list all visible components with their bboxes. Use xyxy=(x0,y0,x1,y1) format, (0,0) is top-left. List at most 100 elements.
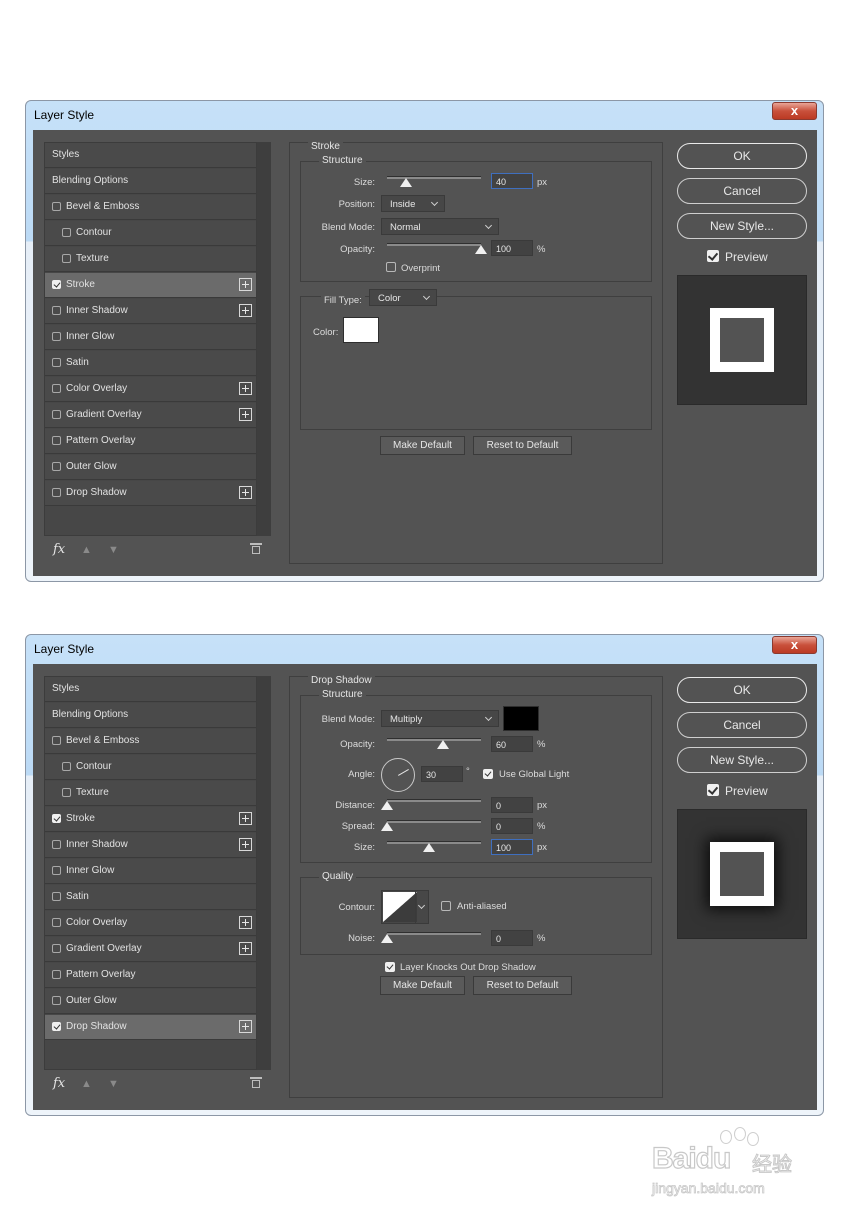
title-bar[interactable]: Layer Style x xyxy=(26,635,823,663)
style-list-item-pattern-overlay[interactable]: Pattern Overlay xyxy=(45,963,256,988)
add-instance-icon[interactable] xyxy=(239,408,252,421)
close-button[interactable]: x xyxy=(772,636,817,654)
add-instance-icon[interactable] xyxy=(239,916,252,929)
style-checkbox[interactable] xyxy=(52,384,61,393)
style-list-item-inner-glow[interactable]: Inner Glow xyxy=(45,325,256,350)
style-list-item-outer-glow[interactable]: Outer Glow xyxy=(45,989,256,1014)
style-checkbox[interactable] xyxy=(62,762,71,771)
style-list-item-stroke[interactable]: Stroke xyxy=(45,273,256,298)
style-checkbox[interactable] xyxy=(52,996,61,1005)
style-checkbox[interactable] xyxy=(52,918,61,927)
size-input[interactable]: 100 xyxy=(491,839,533,855)
style-list-item-color-overlay[interactable]: Color Overlay xyxy=(45,377,256,402)
add-instance-icon[interactable] xyxy=(239,278,252,291)
style-checkbox[interactable] xyxy=(52,358,61,367)
layer-knocks-out-checkbox[interactable] xyxy=(385,962,395,972)
style-checkbox[interactable] xyxy=(52,944,61,953)
style-checkbox[interactable] xyxy=(52,332,61,341)
style-list-item-inner-glow[interactable]: Inner Glow xyxy=(45,859,256,884)
style-list-item-gradient-overlay[interactable]: Gradient Overlay xyxy=(45,937,256,962)
trash-icon[interactable] xyxy=(250,1077,262,1088)
styles-list-scrollbar[interactable] xyxy=(257,142,271,536)
chevron-down-icon[interactable] xyxy=(415,891,428,923)
style-list-item-inner-shadow[interactable]: Inner Shadow xyxy=(45,833,256,858)
style-list-item-satin[interactable]: Satin xyxy=(45,351,256,376)
style-list-item-bevel-emboss[interactable]: Bevel & Emboss xyxy=(45,729,256,754)
spread-slider-track[interactable] xyxy=(387,820,481,823)
distance-input[interactable]: 0 xyxy=(491,797,533,813)
style-checkbox[interactable] xyxy=(52,892,61,901)
noise-slider-thumb[interactable] xyxy=(381,934,393,943)
style-checkbox[interactable] xyxy=(52,866,61,875)
use-global-light-checkbox[interactable] xyxy=(483,769,493,779)
style-list-item-texture[interactable]: Texture xyxy=(45,781,256,806)
style-list-item-texture[interactable]: Texture xyxy=(45,247,256,272)
reset-to-default-button[interactable]: Reset to Default xyxy=(473,976,572,995)
blend-mode-select[interactable]: Multiply xyxy=(381,710,499,727)
add-instance-icon[interactable] xyxy=(239,942,252,955)
style-list-item-blending-options[interactable]: Blending Options xyxy=(45,169,256,194)
preview-checkbox[interactable] xyxy=(707,250,719,262)
style-list-item-contour[interactable]: Contour xyxy=(45,755,256,780)
opacity-slider-track[interactable] xyxy=(387,243,481,246)
anti-aliased-checkbox[interactable] xyxy=(441,901,451,911)
add-instance-icon[interactable] xyxy=(239,838,252,851)
trash-icon[interactable] xyxy=(250,543,262,554)
size-input[interactable]: 40 xyxy=(491,173,533,189)
add-instance-icon[interactable] xyxy=(239,812,252,825)
make-default-button[interactable]: Make Default xyxy=(380,436,465,455)
angle-input[interactable]: 30 xyxy=(421,766,463,782)
spread-input[interactable]: 0 xyxy=(491,818,533,834)
opacity-slider-thumb[interactable] xyxy=(475,245,487,254)
distance-slider-thumb[interactable] xyxy=(381,801,393,810)
blend-mode-select[interactable]: Normal xyxy=(381,218,499,235)
add-instance-icon[interactable] xyxy=(239,304,252,317)
reset-to-default-button[interactable]: Reset to Default xyxy=(473,436,572,455)
fill-type-select[interactable]: Color xyxy=(369,289,437,306)
style-checkbox[interactable] xyxy=(52,202,61,211)
fx-icon[interactable]: fx xyxy=(53,1076,65,1091)
style-list-item-outer-glow[interactable]: Outer Glow xyxy=(45,455,256,480)
style-checkbox[interactable] xyxy=(52,436,61,445)
style-list-item-drop-shadow[interactable]: Drop Shadow xyxy=(45,1015,256,1040)
style-list-item-inner-shadow[interactable]: Inner Shadow xyxy=(45,299,256,324)
style-list-item-styles[interactable]: Styles xyxy=(45,677,256,702)
distance-slider-track[interactable] xyxy=(387,799,481,802)
size-slider-thumb[interactable] xyxy=(423,843,436,852)
style-checkbox[interactable] xyxy=(52,488,61,497)
style-checkbox[interactable] xyxy=(52,1022,61,1031)
style-checkbox[interactable] xyxy=(52,736,61,745)
title-bar[interactable]: Layer Style x xyxy=(26,101,823,129)
style-checkbox[interactable] xyxy=(52,970,61,979)
move-up-icon[interactable]: ▲ xyxy=(81,1078,92,1090)
style-list-item-satin[interactable]: Satin xyxy=(45,885,256,910)
style-checkbox[interactable] xyxy=(52,840,61,849)
new-style-button[interactable]: New Style... xyxy=(677,213,807,239)
style-list-item-stroke[interactable]: Stroke xyxy=(45,807,256,832)
stroke-color-swatch[interactable] xyxy=(343,317,379,343)
cancel-button[interactable]: Cancel xyxy=(677,178,807,204)
style-list-item-bevel-emboss[interactable]: Bevel & Emboss xyxy=(45,195,256,220)
style-checkbox[interactable] xyxy=(52,306,61,315)
styles-list-scrollbar[interactable] xyxy=(257,676,271,1070)
style-list-item-styles[interactable]: Styles xyxy=(45,143,256,168)
overprint-checkbox[interactable] xyxy=(386,262,396,272)
style-checkbox[interactable] xyxy=(52,410,61,419)
style-list-item-blending-options[interactable]: Blending Options xyxy=(45,703,256,728)
contour-picker[interactable] xyxy=(381,890,429,924)
fx-icon[interactable]: fx xyxy=(53,542,65,557)
angle-dial[interactable] xyxy=(381,758,415,792)
style-list-item-drop-shadow[interactable]: Drop Shadow xyxy=(45,481,256,506)
shadow-color-swatch[interactable] xyxy=(503,706,539,731)
new-style-button[interactable]: New Style... xyxy=(677,747,807,773)
style-list-item-color-overlay[interactable]: Color Overlay xyxy=(45,911,256,936)
style-list-item-contour[interactable]: Contour xyxy=(45,221,256,246)
add-instance-icon[interactable] xyxy=(239,382,252,395)
spread-slider-thumb[interactable] xyxy=(381,822,393,831)
noise-slider-track[interactable] xyxy=(387,932,481,935)
move-up-icon[interactable]: ▲ xyxy=(81,544,92,556)
make-default-button[interactable]: Make Default xyxy=(380,976,465,995)
style-checkbox[interactable] xyxy=(62,228,71,237)
add-instance-icon[interactable] xyxy=(239,486,252,499)
cancel-button[interactable]: Cancel xyxy=(677,712,807,738)
